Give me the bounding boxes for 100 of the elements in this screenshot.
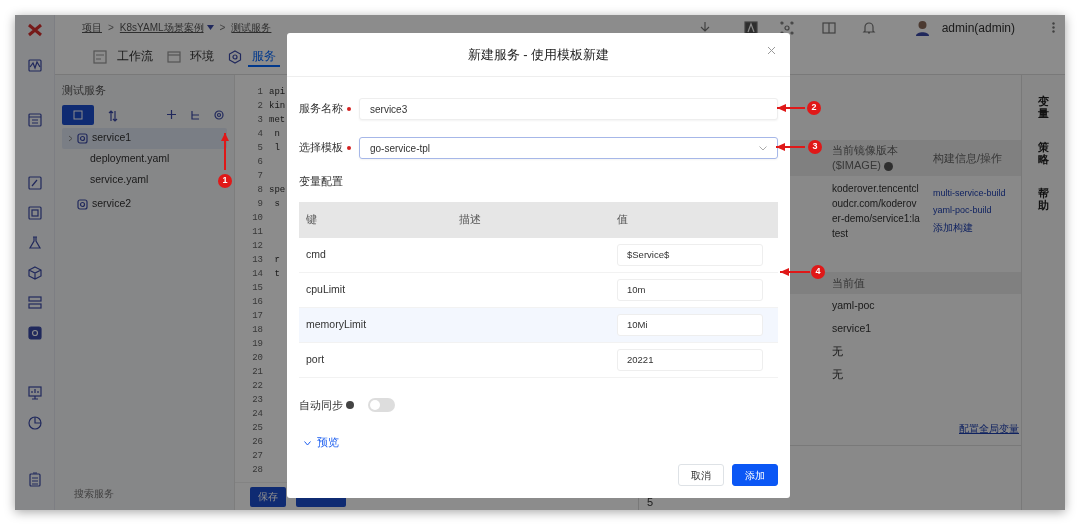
- tree-item[interactable]: service1: [62, 127, 227, 149]
- avatar-icon[interactable]: [915, 19, 929, 36]
- column-header: 当前值: [831, 275, 865, 291]
- line-number: 11: [251, 226, 263, 239]
- build-link[interactable]: yaml-poc-build: [933, 203, 1006, 217]
- line-number: 4: [256, 128, 263, 141]
- line-number: 6: [256, 156, 263, 169]
- tab[interactable]: 工作流: [112, 47, 157, 67]
- build-link[interactable]: multi-service-build: [933, 187, 1006, 201]
- line-number: 16: [251, 296, 263, 309]
- field-label: 服务名称: [299, 101, 343, 117]
- line-number: 12: [251, 240, 263, 253]
- table-cell-text: yaml-poc: [832, 297, 875, 313]
- code-text: spe: [269, 184, 286, 197]
- line-number: 10: [251, 212, 263, 225]
- dialog-button[interactable]: 取消: [678, 464, 724, 486]
- column-header: 键: [305, 211, 318, 227]
- template-select[interactable]: go-service-tpl: [359, 137, 778, 159]
- server-icon[interactable]: [27, 296, 42, 310]
- column-header: 当前镜像版本($IMAGE): [832, 142, 899, 173]
- variable-value-field[interactable]: $Service$: [617, 243, 763, 266]
- column-header: 描述: [459, 211, 482, 227]
- tab[interactable]: 环境: [186, 47, 218, 67]
- hierarchy-icon[interactable]: [190, 109, 200, 120]
- tree-label: service2: [92, 196, 132, 212]
- table-cell-text: 无: [832, 366, 843, 382]
- toggle-label: 自动同步: [299, 397, 343, 413]
- grid-document-icon[interactable]: [27, 206, 42, 220]
- waveform-icon[interactable]: [27, 59, 42, 72]
- line-number: 21: [251, 366, 263, 379]
- workflow-icon: [93, 50, 107, 64]
- monitor-icon[interactable]: [27, 386, 42, 400]
- panel-title: 测试服务: [62, 83, 107, 98]
- search-field[interactable]: 搜索服务: [62, 485, 227, 502]
- bell-icon[interactable]: [861, 21, 876, 36]
- variable-key: cpuLimit: [299, 281, 617, 298]
- global-variables-link[interactable]: 配置全局变量: [959, 423, 1019, 434]
- line-number: 27: [251, 450, 263, 463]
- sort-icon[interactable]: [108, 109, 118, 122]
- logo-icon: [26, 23, 43, 37]
- table-cell-text: koderover.tencentcloudcr.com/koderover-demo/service1:latest: [832, 182, 920, 241]
- document-icon[interactable]: [27, 113, 42, 127]
- more-icon[interactable]: [1052, 22, 1055, 33]
- caret-icon: [759, 145, 767, 151]
- hexagon-icon: [228, 50, 242, 64]
- chevron-icon[interactable]: [68, 134, 73, 142]
- code-text: t: [273, 268, 280, 281]
- line-number: 15: [251, 282, 263, 295]
- line-number: 1: [256, 86, 263, 99]
- variable-value-field[interactable]: 10m: [617, 278, 763, 301]
- service-icon: [77, 198, 88, 210]
- breadcrumb-link[interactable]: 项目: [82, 20, 102, 35]
- line-number: 26: [251, 436, 263, 449]
- line-number: 25: [251, 422, 263, 435]
- variable-value-field[interactable]: 10Mi: [617, 313, 763, 336]
- clipboard-icon[interactable]: [28, 472, 41, 487]
- breadcrumb-link[interactable]: 测试服务: [231, 20, 272, 35]
- line-number: 8: [256, 184, 263, 197]
- line-number: 17: [251, 310, 263, 323]
- save-button[interactable]: 保存: [250, 486, 286, 507]
- variable-key: cmd: [299, 246, 617, 263]
- line-number: 5: [256, 142, 263, 155]
- flask-icon[interactable]: [27, 236, 42, 250]
- book-icon[interactable]: [821, 21, 836, 36]
- pie-chart-icon[interactable]: [27, 416, 42, 430]
- service-name-field[interactable]: service3: [359, 98, 778, 120]
- breadcrumb-separator: >: [219, 21, 226, 35]
- breadcrumb-separator: >: [108, 21, 114, 35]
- dialog-title: 新建服务 - 使用模板新建: [467, 45, 610, 64]
- user-name[interactable]: admin(admin): [941, 18, 1015, 37]
- plus-icon[interactable]: [167, 110, 176, 120]
- column-header: 构建信息/操作: [932, 150, 1003, 166]
- code-text: met: [269, 114, 286, 127]
- toggle-switch[interactable]: [368, 398, 395, 412]
- variable-key: memoryLimit: [299, 316, 617, 333]
- side-tab[interactable]: 变量: [1038, 95, 1049, 120]
- code-text: l: [273, 142, 280, 155]
- preview-toggle[interactable]: 预览: [299, 435, 339, 451]
- table-cell-text: service1: [832, 320, 872, 336]
- cube-icon[interactable]: [27, 266, 42, 280]
- dialog-button[interactable]: 添加: [732, 464, 778, 486]
- breadcrumb-link[interactable]: K8sYAML场景案例: [119, 20, 204, 35]
- environment-icon: [166, 50, 181, 64]
- add-build-link[interactable]: 添加构建: [933, 220, 1006, 235]
- caret-icon[interactable]: [206, 25, 214, 30]
- side-tab[interactable]: 帮助: [1038, 187, 1049, 212]
- side-tab[interactable]: 策略: [1038, 141, 1049, 166]
- line-number: 28: [251, 464, 263, 477]
- table-cell-text: 无: [832, 343, 843, 359]
- text-box-icon[interactable]: [743, 21, 758, 36]
- section-title: 变量配置: [299, 174, 344, 189]
- variable-value-field[interactable]: 20221: [617, 348, 763, 371]
- code-text: api: [269, 86, 286, 99]
- edit-icon[interactable]: [27, 176, 42, 190]
- tab[interactable]: 服务: [247, 47, 280, 67]
- column-header: 值: [617, 211, 628, 227]
- tree-label: deployment.yaml: [90, 151, 170, 167]
- tree-item[interactable]: service2: [62, 193, 227, 215]
- close-icon[interactable]: [767, 46, 776, 55]
- service-view-button[interactable]: [62, 104, 94, 125]
